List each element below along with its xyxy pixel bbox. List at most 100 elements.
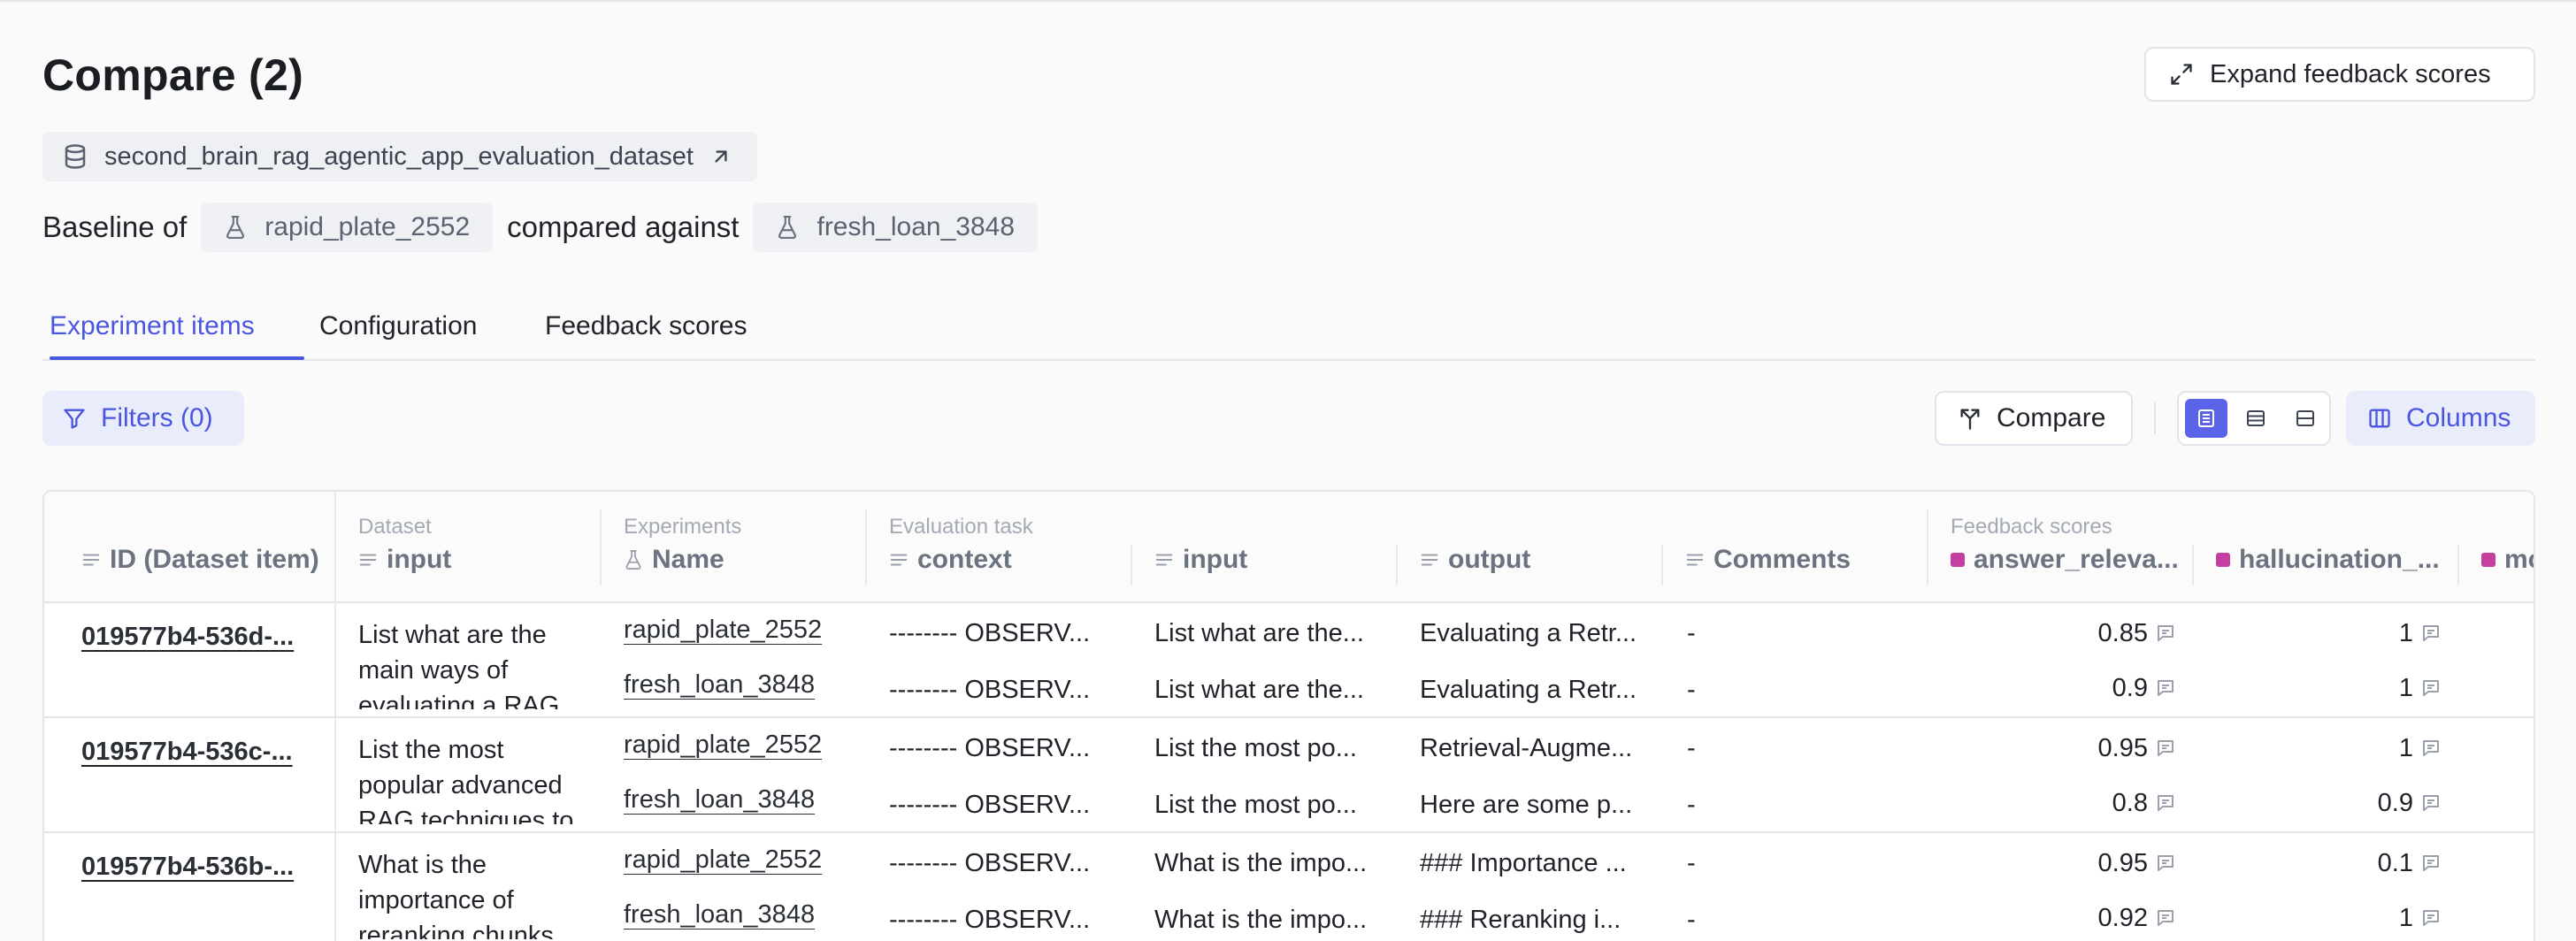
score-value: 0.9 [2377,788,2413,817]
compared-experiment-name: fresh_loan_3848 [816,212,1016,241]
score-color-marker [1951,553,1965,567]
score-cell[interactable]: 1 [2220,616,2442,651]
col-header-name[interactable]: Name [624,545,871,575]
score-color-marker [2216,553,2230,567]
score-cell[interactable]: 0.85 [1955,616,2176,651]
experiment-name-link[interactable]: rapid_plate_2552 [624,731,854,760]
baseline-experiment-tag[interactable]: rapid_plate_2552 [201,203,494,252]
context-cell: -------- OBSERV... [889,906,1091,934]
task-input-cell: List what are the... [1154,676,1364,704]
tab-configuration[interactable]: Configuration [319,311,477,341]
tab-feedback-scores[interactable]: Feedback scores [545,311,747,341]
comments-cell: - [1687,906,1696,934]
filters-button[interactable]: Filters (0) [42,391,244,446]
table-header: Dataset Experiments Evaluation task Feed… [44,492,2534,603]
row-density-toggle [2177,391,2331,446]
column-divider [2192,545,2194,585]
comments-cell: - [1687,734,1696,762]
score-value: 1 [2398,673,2413,702]
output-cell: ### Reranking i... [1420,906,1622,934]
comments-cell: - [1687,676,1696,704]
table-row[interactable]: 019577b4-536d-... List what are the main… [44,603,2534,718]
density-option-large[interactable] [2185,399,2227,438]
context-cell: -------- OBSERV... [889,791,1091,819]
tab-experiment-items[interactable]: Experiment items [50,311,255,341]
score-value: 0.85 [2097,618,2148,647]
score-cell[interactable]: 0.8 [1955,785,2176,821]
filter-icon [62,406,87,431]
column-divider [1661,545,1663,585]
comment-icon [2155,853,2176,874]
experiment-name-link[interactable]: fresh_loan_3848 [624,785,854,815]
col-header-score-1[interactable]: answer_releva... [1951,545,2198,575]
score-cell[interactable]: 1 [2220,731,2442,766]
column-divider [1927,509,1928,585]
col-header-input[interactable]: input [358,545,606,575]
dataset-item-id-link[interactable]: 019577b4-536b-... [81,853,325,882]
group-experiments: Experiments [624,515,742,539]
text-type-icon [358,550,378,570]
flask-icon [776,214,799,241]
expand-icon [2169,62,2194,87]
flask-icon [224,214,247,241]
columns-icon [2367,406,2392,431]
external-link-icon [709,145,732,168]
comments-cell: - [1687,849,1696,877]
col-header-score-3[interactable]: mo [2481,545,2534,575]
dataset-item-id-link[interactable]: 019577b4-536d-... [81,623,325,652]
col-header-output[interactable]: output [1420,545,1668,575]
comment-icon [2155,792,2176,814]
table-row[interactable]: 019577b4-536c-... List the most popular … [44,718,2534,833]
experiment-name-link[interactable]: fresh_loan_3848 [624,670,854,700]
experiment-name-link[interactable]: fresh_loan_3848 [624,900,854,930]
columns-button[interactable]: Columns [2346,391,2535,446]
baseline-experiment-name: rapid_plate_2552 [264,212,471,241]
col-header-input-label: input [387,545,452,574]
score-value: 1 [2398,903,2413,932]
score-cell[interactable]: 1 [2220,900,2442,936]
context-cell: -------- OBSERV... [889,619,1091,647]
comments-cell: - [1687,791,1696,819]
col-header-task-input[interactable]: input [1154,545,1402,575]
table-row[interactable]: 019577b4-536b-... What is the importance… [44,833,2534,941]
col-header-score-2[interactable]: hallucination_... [2216,545,2464,575]
group-evaluation-task: Evaluation task [889,515,1033,539]
columns-label: Columns [2406,403,2511,432]
column-divider [334,492,336,603]
expand-feedback-scores-button[interactable]: Expand feedback scores [2144,47,2535,102]
baseline-row: Baseline of rapid_plate_2552 compared ag… [42,202,1039,253]
dataset-link[interactable]: second_brain_rag_agentic_app_evaluation_… [42,132,757,181]
experiment-name-link[interactable]: rapid_plate_2552 [624,845,854,875]
col-header-context[interactable]: context [889,545,1137,575]
col-header-id[interactable]: ID (Dataset item) [81,545,338,575]
score-cell[interactable]: 0.9 [2220,785,2442,821]
density-option-small[interactable] [2284,399,2327,438]
group-dataset: Dataset [358,515,432,539]
score-cell[interactable]: 0.1 [2220,845,2442,881]
rows-large-icon [2196,408,2217,429]
score-value: 0.95 [2097,733,2148,762]
score-cell[interactable]: 0.95 [1955,731,2176,766]
comment-icon [2420,792,2442,814]
dataset-item-id-link[interactable]: 019577b4-536c-... [81,738,325,767]
col-header-context-label: context [917,545,1012,574]
score-cell[interactable]: 0.92 [1955,900,2176,936]
experiment-items-table: Dataset Experiments Evaluation task Feed… [42,490,2535,941]
task-input-cell: List the most po... [1154,791,1357,819]
output-cell: Evaluating a Retr... [1420,619,1637,647]
context-cell: -------- OBSERV... [889,849,1091,877]
dataset-input-cell: List the most popular advanced RAG techn… [358,736,574,824]
density-option-medium[interactable] [2235,399,2277,438]
active-tab-indicator [50,356,304,360]
score-cell[interactable]: 0.9 [1955,670,2176,706]
toolbar-divider [2154,402,2156,434]
dataset-input-cell: List what are the main ways of evaluatin… [358,621,560,709]
col-header-comments[interactable]: Comments [1685,545,1933,575]
score-cell[interactable]: 1 [2220,670,2442,706]
task-input-cell: What is the impo... [1154,906,1368,934]
compared-experiment-tag[interactable]: fresh_loan_3848 [753,203,1039,252]
compare-button[interactable]: Compare [1935,391,2133,446]
score-cell[interactable]: 0.95 [1955,845,2176,881]
experiment-name-link[interactable]: rapid_plate_2552 [624,616,854,645]
col-header-task-input-label: input [1183,545,1248,574]
